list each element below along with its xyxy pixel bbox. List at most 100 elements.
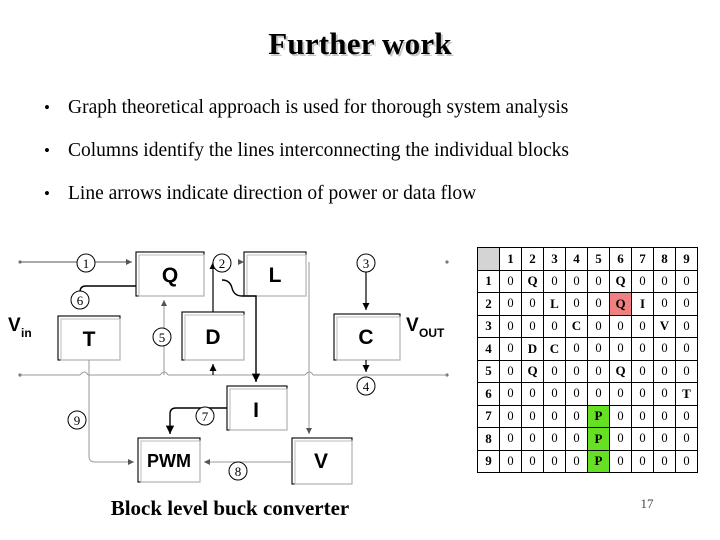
matrix-cell: 0 xyxy=(587,269,610,293)
line-number-5: 5 xyxy=(152,327,172,347)
matrix-cell: 0 xyxy=(543,427,566,451)
matrix-cell: 0 xyxy=(587,314,610,338)
matrix-row-header: 5 xyxy=(477,359,500,383)
matrix-column-header: 4 xyxy=(565,247,588,271)
matrix-column-header: 5 xyxy=(587,247,610,271)
bullet-marker-icon: • xyxy=(44,184,50,203)
table-row: 200L00QI00 xyxy=(477,292,698,316)
matrix-cell: 0 xyxy=(587,382,610,406)
matrix-cell: 0 xyxy=(631,449,654,473)
block-label-t: T xyxy=(83,328,96,351)
matrix-cell: 0 xyxy=(565,382,588,406)
matrix-column-header: 9 xyxy=(675,247,698,271)
matrix-cell: P xyxy=(587,404,610,428)
page-title: Further work xyxy=(268,26,452,61)
matrix-corner-cell xyxy=(477,247,500,271)
matrix-cell: 0 xyxy=(675,337,698,361)
matrix-row-header: 7 xyxy=(477,404,500,428)
matrix-cell: 0 xyxy=(609,449,632,473)
block-label-q: Q xyxy=(162,264,178,287)
matrix-cell: 0 xyxy=(499,449,522,473)
line-number-3: 3 xyxy=(356,253,376,273)
diagram-caption: Block level buck converter xyxy=(110,496,350,520)
line-number-2: 2 xyxy=(212,253,232,273)
matrix-cell: I xyxy=(631,292,654,316)
matrix-cell: 0 xyxy=(543,269,566,293)
matrix-row-header: 2 xyxy=(477,292,500,316)
matrix-cell: 0 xyxy=(521,449,544,473)
table-row: 600000000T xyxy=(477,382,698,406)
matrix-cell: 0 xyxy=(653,449,676,473)
matrix-cell: 0 xyxy=(499,292,522,316)
matrix-header-row: 123456789 xyxy=(477,247,698,271)
matrix-row-header: 3 xyxy=(477,314,500,338)
matrix-cell: C xyxy=(565,314,588,338)
matrix-cell: 0 xyxy=(499,427,522,451)
line-number-7: 7 xyxy=(195,406,215,426)
matrix-cell: 0 xyxy=(521,382,544,406)
matrix-cell: 0 xyxy=(609,404,632,428)
matrix-cell: L xyxy=(543,292,566,316)
svg-text:4: 4 xyxy=(363,379,370,394)
block-label-l: L xyxy=(269,264,282,287)
matrix-cell: 0 xyxy=(631,314,654,338)
matrix-row-header: 1 xyxy=(477,269,500,293)
svg-text:6: 6 xyxy=(77,293,84,308)
matrix-cell: 0 xyxy=(565,269,588,293)
matrix-cell: 0 xyxy=(521,292,544,316)
svg-text:5: 5 xyxy=(159,330,166,345)
svg-text:V: V xyxy=(406,315,419,336)
matrix-cell: 0 xyxy=(653,382,676,406)
matrix-cell: 0 xyxy=(675,292,698,316)
matrix-cell: 0 xyxy=(499,314,522,338)
matrix-cell: C xyxy=(543,337,566,361)
node-dot xyxy=(445,260,449,264)
matrix-cell: 0 xyxy=(521,427,544,451)
matrix-cell: Q xyxy=(609,269,632,293)
matrix-cell: P xyxy=(587,449,610,473)
line-number-4: 4 xyxy=(356,376,376,396)
matrix-cell: 0 xyxy=(675,359,698,383)
matrix-cell: 0 xyxy=(587,292,610,316)
block-diagram: Q L T D C I PWM V 1 2 3 4 5 6 7 8 9 V in… xyxy=(0,238,470,500)
matrix-cell: 0 xyxy=(543,314,566,338)
matrix-cell: Q xyxy=(609,292,632,316)
adjacency-matrix: 12345678910Q000Q000200L00QI003000C000V04… xyxy=(477,247,698,473)
line-number-1: 1 xyxy=(76,253,96,273)
svg-text:in: in xyxy=(21,326,32,340)
matrix-cell: P xyxy=(587,427,610,451)
matrix-cell: 0 xyxy=(653,359,676,383)
svg-text:7: 7 xyxy=(202,409,209,424)
list-item: • Columns identify the lines interconnec… xyxy=(26,139,706,163)
line-number-9: 9 xyxy=(67,410,87,430)
matrix-cell: 0 xyxy=(609,427,632,451)
matrix-cell: 0 xyxy=(565,359,588,383)
matrix-cell: 0 xyxy=(521,404,544,428)
list-item: • Graph theoretical approach is used for… xyxy=(26,96,706,120)
svg-text:1: 1 xyxy=(83,256,90,271)
matrix-cell: 0 xyxy=(499,269,522,293)
matrix-column-header: 2 xyxy=(521,247,544,271)
matrix-cell: 0 xyxy=(653,292,676,316)
matrix-cell: Q xyxy=(521,359,544,383)
bullet-marker-icon: • xyxy=(44,98,50,117)
matrix-cell: 0 xyxy=(499,404,522,428)
svg-text:8: 8 xyxy=(235,464,242,479)
matrix-cell: Q xyxy=(609,359,632,383)
matrix-cell: 0 xyxy=(653,337,676,361)
matrix-cell: 0 xyxy=(631,404,654,428)
matrix-cell: 0 xyxy=(609,314,632,338)
svg-text:9: 9 xyxy=(74,413,81,428)
bullet-marker-icon: • xyxy=(44,141,50,160)
matrix-cell: 0 xyxy=(675,404,698,428)
block-label-i: I xyxy=(253,399,259,422)
matrix-column-header: 6 xyxy=(609,247,632,271)
matrix-cell: 0 xyxy=(565,337,588,361)
svg-text:V: V xyxy=(8,315,21,336)
matrix-cell: 0 xyxy=(565,427,588,451)
label-vout: V OUT xyxy=(406,315,445,340)
matrix-cell: D xyxy=(521,337,544,361)
table-row: 40DC000000 xyxy=(477,337,698,361)
matrix-column-header: 7 xyxy=(631,247,654,271)
matrix-cell: 0 xyxy=(543,359,566,383)
